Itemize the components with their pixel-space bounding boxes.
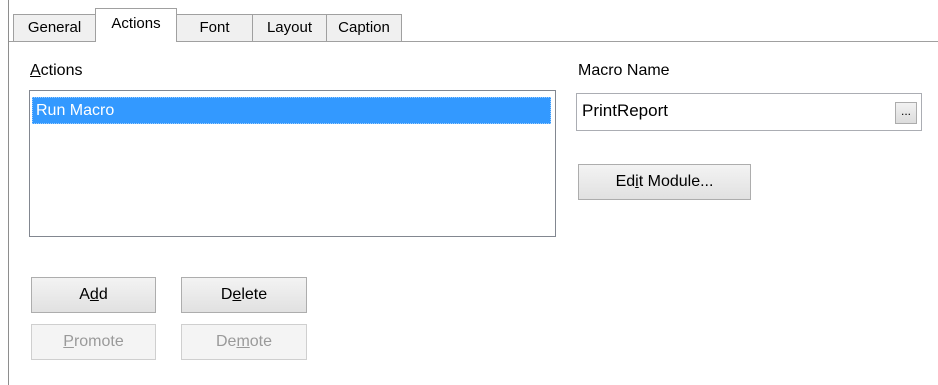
macro-name-value: PrintReport: [582, 101, 668, 120]
tab-general[interactable]: General: [13, 14, 96, 41]
tab-actions[interactable]: Actions: [95, 8, 177, 42]
browse-macro-button[interactable]: ...: [895, 102, 917, 124]
list-item-run-macro[interactable]: Run Macro: [32, 97, 551, 124]
demote-button[interactable]: Demote: [181, 324, 307, 360]
tab-label: General: [27, 19, 82, 36]
actions-label: Actions: [30, 62, 83, 79]
tab-layout[interactable]: Layout: [252, 14, 327, 41]
browse-macro-label: ...: [900, 104, 911, 118]
promote-button[interactable]: Promote: [31, 324, 156, 360]
edit-module-button[interactable]: Edit Module...: [578, 164, 751, 200]
tab-label: Layout: [266, 19, 313, 36]
actions-listbox[interactable]: Run Macro: [29, 90, 556, 237]
add-button[interactable]: Add: [31, 277, 156, 313]
tab-label: Font: [199, 19, 230, 36]
tab-caption[interactable]: Caption: [326, 14, 402, 41]
tab-label: Actions: [111, 15, 161, 32]
macro-name-label: Macro Name: [578, 62, 670, 79]
tab-label: Caption: [338, 19, 390, 36]
macro-name-field[interactable]: PrintReport ...: [576, 93, 922, 131]
tab-font[interactable]: Font: [176, 14, 253, 41]
delete-button[interactable]: Delete: [181, 277, 307, 313]
list-item-label: Run Macro: [36, 102, 115, 119]
